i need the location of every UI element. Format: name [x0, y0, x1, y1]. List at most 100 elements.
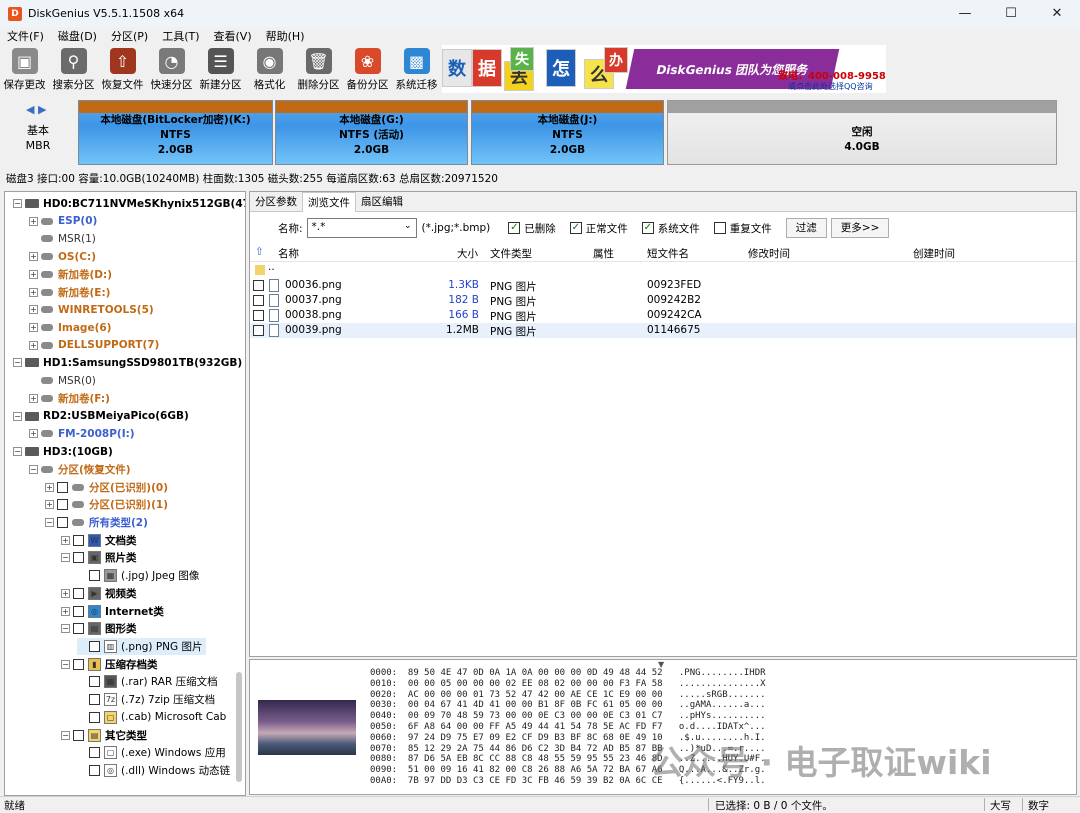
- maximize-button[interactable]: ☐: [988, 0, 1034, 27]
- expand-toggle-icon[interactable]: +: [29, 252, 38, 262]
- file-checkbox[interactable]: [253, 295, 264, 306]
- expand-toggle-icon[interactable]: −: [13, 358, 22, 368]
- normal-files-checkbox[interactable]: ✓ 正常文件: [569, 221, 628, 236]
- tree-item-fm2008p-partition[interactable]: + FM-2008P(I:): [29, 425, 135, 442]
- tree-checkbox[interactable]: [73, 587, 84, 599]
- tree-item-recovered-partition[interactable]: − 分区(恢复文件): [29, 461, 131, 478]
- col-name[interactable]: 名称: [278, 246, 299, 261]
- deleted-checkbox[interactable]: ✓ 已删除: [508, 221, 556, 236]
- tree-item-dellsupport-partition[interactable]: + DELLSUPPORT(7): [29, 337, 159, 354]
- menu-disk[interactable]: 磁盘(D): [51, 28, 104, 44]
- expand-toggle-icon[interactable]: +: [45, 500, 54, 510]
- tree-item-winretools-partition[interactable]: + WINRETOOLS(5): [29, 301, 154, 318]
- tree-item-cab-node[interactable]: ▢ (.cab) Microsoft Cab: [77, 709, 226, 726]
- tree-item-vol-f-partition[interactable]: + 新加卷(F:): [29, 390, 110, 407]
- tree-checkbox[interactable]: [89, 676, 100, 688]
- tree-checkbox[interactable]: [73, 658, 84, 670]
- tree-checkbox[interactable]: [89, 694, 100, 706]
- tree-item-os-c-partition[interactable]: + OS(C:): [29, 248, 96, 265]
- expand-toggle-icon[interactable]: +: [29, 216, 38, 226]
- tree-item-archives-node[interactable]: − ▮ 压缩存档类: [61, 656, 158, 673]
- tree-item-internet-node[interactable]: + ◎ Internet类: [61, 603, 164, 620]
- format-button[interactable]: ◉ 格式化: [245, 45, 294, 95]
- partition-free[interactable]: 空闲 4.0GB: [667, 100, 1057, 165]
- tree-checkbox[interactable]: [73, 552, 84, 564]
- col-short-name[interactable]: 短文件名: [647, 246, 689, 261]
- tree-item-dll-node[interactable]: ◎ (.dll) Windows 动态链: [77, 762, 230, 779]
- tree-item-jpg-node[interactable]: ▦ (.jpg) Jpeg 图像: [77, 567, 199, 584]
- tree-checkbox[interactable]: [73, 729, 84, 741]
- disk-nav-arrows[interactable]: ◀ ▶: [26, 103, 46, 116]
- tree-item-vol-d-partition[interactable]: + 新加卷(D:): [29, 266, 112, 283]
- file-checkbox[interactable]: [253, 310, 264, 321]
- expand-toggle-icon[interactable]: −: [61, 659, 70, 669]
- system-files-checkbox[interactable]: ✓ 系统文件: [641, 221, 700, 236]
- tab-partition-params[interactable]: 分区参数: [250, 192, 302, 212]
- expand-toggle-icon[interactable]: +: [61, 588, 70, 598]
- expand-toggle-icon[interactable]: +: [29, 340, 38, 350]
- menu-file[interactable]: 文件(F): [0, 28, 51, 44]
- expand-toggle-icon[interactable]: +: [29, 269, 38, 279]
- tree-checkbox[interactable]: [73, 623, 84, 635]
- name-filter-input[interactable]: *.* ⌄: [306, 218, 417, 238]
- tab-browse-files[interactable]: 浏览文件: [302, 192, 356, 212]
- tree-item-graphics-node[interactable]: − ▤ 图形类: [61, 620, 137, 637]
- tree-checkbox[interactable]: [89, 641, 100, 652]
- expand-toggle-icon[interactable]: +: [45, 482, 54, 492]
- col-type[interactable]: 文件类型: [490, 246, 532, 261]
- recover-files-button[interactable]: ⇧ 恢复文件: [98, 45, 147, 95]
- tree-item-identified-partition-1[interactable]: + 分区(已识别)(1): [45, 496, 168, 513]
- banner-qq-link[interactable]: 或点击此处选择QQ咨询: [788, 81, 873, 92]
- up-folder-icon[interactable]: ⇧: [255, 246, 264, 258]
- tree-item-rar-node[interactable]: ▦ (.rar) RAR 压缩文档: [77, 673, 218, 690]
- menu-view[interactable]: 查看(V): [207, 28, 259, 44]
- tree-item-video-node[interactable]: + ▶ 视频类: [61, 585, 137, 602]
- tree-item-photos-node[interactable]: − ▣ 照片类: [61, 549, 137, 566]
- tree-item-exe-node[interactable]: ▢ (.exe) Windows 应用: [77, 744, 226, 761]
- tree-checkbox[interactable]: [89, 747, 100, 759]
- file-row[interactable]: 00036.png 1.3KB PNG 图片 00923FED: [250, 278, 1076, 293]
- tree-checkbox[interactable]: [57, 499, 68, 511]
- tree-checkbox[interactable]: [57, 481, 68, 493]
- expand-toggle-icon[interactable]: −: [13, 447, 22, 457]
- tree-item-hd1-disk[interactable]: − HD1:SamsungSSD9801TB(932GB): [13, 354, 242, 371]
- expand-toggle-icon[interactable]: −: [61, 730, 70, 740]
- expand-toggle-icon[interactable]: +: [29, 305, 38, 315]
- partition-g[interactable]: 本地磁盘(G:) NTFS (活动) 2.0GB: [275, 100, 468, 165]
- partition-j[interactable]: 本地磁盘(J:) NTFS 2.0GB: [471, 100, 664, 165]
- chevron-down-icon[interactable]: ⌄: [404, 221, 412, 231]
- tree-checkbox[interactable]: [89, 711, 100, 723]
- tree-item-png-node[interactable]: ▥ (.png) PNG 图片: [77, 638, 206, 655]
- expand-toggle-icon[interactable]: +: [29, 287, 38, 297]
- expand-toggle-icon[interactable]: +: [29, 393, 38, 403]
- expand-toggle-icon[interactable]: +: [61, 606, 70, 616]
- new-partition-button[interactable]: ☰ 新建分区: [196, 45, 245, 95]
- file-row[interactable]: 00037.png 182 B PNG 图片 009242B2: [250, 293, 1076, 308]
- more-button[interactable]: 更多>>: [830, 218, 890, 238]
- col-attr[interactable]: 属性: [593, 246, 614, 261]
- ad-banner[interactable]: 数 据 丢 失 怎 么 办 DiskGenius 团队为您服务 致电：400-0…: [442, 45, 886, 93]
- expand-toggle-icon[interactable]: −: [13, 411, 22, 421]
- quick-partition-button[interactable]: ◔ 快速分区: [147, 45, 196, 95]
- expand-toggle-icon[interactable]: +: [29, 323, 38, 333]
- tree-checkbox[interactable]: [57, 516, 68, 528]
- tree-checkbox[interactable]: [73, 534, 84, 546]
- tab-sector-edit[interactable]: 扇区编辑: [356, 192, 408, 212]
- backup-partition-button[interactable]: ❀ 备份分区: [343, 45, 392, 95]
- tree-item-hd0-disk[interactable]: − HD0:BC711NVMeSKhynix512GB(47: [13, 195, 245, 212]
- tree-checkbox[interactable]: [89, 765, 100, 777]
- parent-folder-row[interactable]: ..: [250, 261, 1076, 277]
- tree-item-7z-node[interactable]: 7z (.7z) 7zip 压缩文档: [77, 691, 215, 708]
- partition-k[interactable]: 本地磁盘(BitLocker加密)(K:) NTFS 2.0GB: [78, 100, 273, 165]
- menu-help[interactable]: 帮助(H): [259, 28, 312, 44]
- menu-tools[interactable]: 工具(T): [155, 28, 206, 44]
- expand-toggle-icon[interactable]: +: [29, 429, 38, 439]
- expand-toggle-icon[interactable]: −: [29, 464, 38, 474]
- menu-partition[interactable]: 分区(P): [104, 28, 155, 44]
- col-created[interactable]: 创建时间: [913, 246, 955, 261]
- tree-item-esp-partition[interactable]: + ESP(0): [29, 213, 97, 230]
- delete-partition-button[interactable]: 🗑 删除分区: [294, 45, 343, 95]
- file-row[interactable]: 00038.png 166 B PNG 图片 009242CA: [250, 308, 1076, 323]
- col-size[interactable]: 大小: [457, 246, 478, 261]
- tree-checkbox[interactable]: [73, 605, 84, 617]
